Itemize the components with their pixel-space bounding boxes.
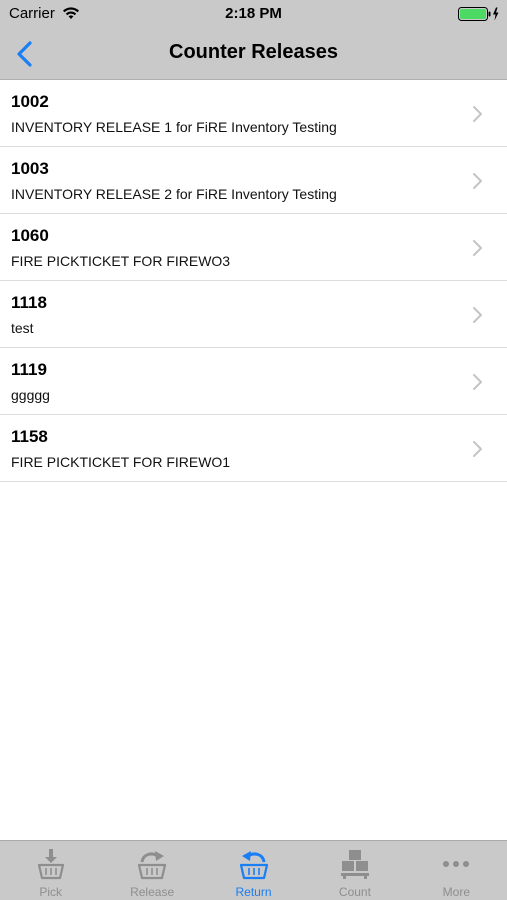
chevron-right-icon	[472, 172, 484, 195]
release-id: 1119	[11, 360, 47, 379]
list-item[interactable]: 1003 INVENTORY RELEASE 2 for FiRE Invent…	[0, 147, 507, 214]
tab-label: Pick	[39, 885, 63, 899]
chevron-right-icon	[472, 239, 484, 262]
release-description: ggggg	[11, 387, 50, 403]
release-description: INVENTORY RELEASE 1 for FiRE Inventory T…	[11, 119, 337, 135]
release-list: 1002 INVENTORY RELEASE 1 for FiRE Invent…	[0, 80, 507, 482]
battery-icon	[458, 7, 502, 26]
tab-label: Return	[235, 885, 272, 899]
chevron-right-icon	[472, 105, 484, 128]
release-description: INVENTORY RELEASE 2 for FiRE Inventory T…	[11, 186, 337, 202]
release-id: 1158	[11, 427, 48, 446]
tab-return[interactable]: Return	[203, 841, 304, 900]
more-dots-icon	[440, 848, 472, 885]
tab-bar: Pick Release Return Count More	[0, 840, 507, 900]
list-item[interactable]: 1002 INVENTORY RELEASE 1 for FiRE Invent…	[0, 80, 507, 147]
list-item[interactable]: 1119 ggggg	[0, 348, 507, 415]
tab-pick[interactable]: Pick	[0, 841, 101, 900]
release-id: 1060	[11, 226, 49, 245]
chevron-right-icon	[472, 373, 484, 396]
tab-label: More	[442, 885, 470, 899]
page-title: Counter Releases	[169, 41, 338, 63]
release-description: FIRE PICKTICKET FOR FIREWO1	[11, 454, 231, 470]
tab-label: Count	[338, 885, 371, 899]
tab-count[interactable]: Count	[304, 841, 405, 900]
tab-release[interactable]: Release	[101, 841, 202, 900]
chevron-right-icon	[472, 306, 484, 329]
chevron-right-icon	[472, 440, 484, 463]
basket-download-icon	[36, 848, 66, 885]
release-id: 1003	[11, 159, 49, 178]
release-id: 1002	[11, 92, 49, 111]
status-bar: Carrier 2:18 PM	[0, 0, 507, 28]
boxes-icon	[339, 848, 371, 885]
tab-label: Release	[130, 885, 175, 899]
navigation-bar: Counter Releases	[0, 28, 507, 80]
release-description: FIRE PICKTICKET FOR FIREWO3	[11, 253, 231, 269]
list-item[interactable]: 1060 FIRE PICKTICKET FOR FIREWO3	[0, 214, 507, 281]
list-item[interactable]: 1158 FIRE PICKTICKET FOR FIREWO1	[0, 415, 507, 482]
basket-return-icon	[238, 848, 270, 885]
release-id: 1118	[11, 293, 47, 312]
status-time: 2:18 PM	[225, 5, 282, 22]
basket-forward-icon	[136, 848, 168, 885]
tab-more[interactable]: More	[406, 841, 507, 900]
release-description: test	[11, 320, 34, 336]
list-item[interactable]: 1118 test	[0, 281, 507, 348]
